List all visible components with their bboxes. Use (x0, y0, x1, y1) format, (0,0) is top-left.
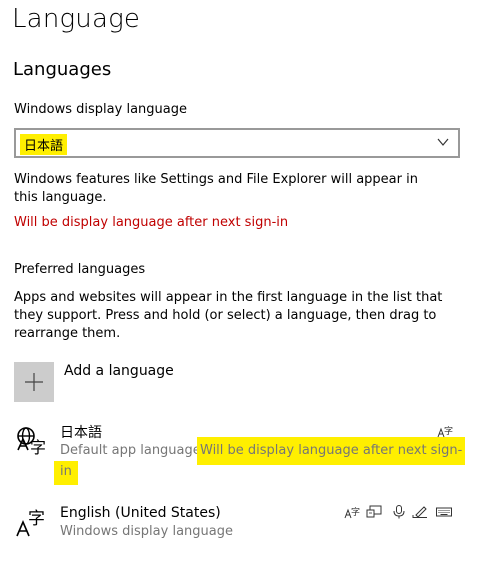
svg-text:字: 字 (28, 509, 45, 529)
preferred-languages-description: Apps and websites will appear in the fir… (14, 290, 443, 341)
chevron-down-icon (437, 138, 449, 146)
language-pack-icon: 字 (437, 425, 453, 438)
svg-text:字: 字 (444, 425, 453, 437)
svg-text:字: 字 (351, 506, 360, 518)
sign-in-warning: Will be display language after next sign… (14, 215, 289, 230)
text-to-speech-icon (366, 505, 382, 518)
display-language-label: Windows display language (14, 102, 187, 117)
language-name-japanese[interactable]: 日本語 (60, 422, 102, 442)
language-status-highlight-continued: in (54, 461, 78, 485)
language-pack-icon: 字 (344, 506, 360, 519)
plus-icon (25, 373, 43, 391)
language-status: Windows display language (60, 524, 233, 539)
keyboard-icon (436, 507, 452, 517)
add-language-label[interactable]: Add a language (64, 363, 174, 379)
display-language-description: Windows features like Settings and File … (14, 172, 418, 205)
svg-text:字: 字 (30, 438, 46, 457)
display-language-dropdown[interactable]: 日本語 (14, 128, 460, 158)
page-title: Language (12, 4, 141, 34)
preferred-languages-label: Preferred languages (14, 262, 146, 277)
dropdown-selected-value: 日本語 (20, 134, 68, 155)
section-title: Languages (13, 59, 112, 80)
language-status-prefix: Default app language, (60, 443, 205, 458)
add-language-button[interactable] (14, 362, 54, 402)
language-name-english[interactable]: English (United States) (60, 505, 221, 521)
speech-recognition-icon (393, 505, 405, 519)
handwriting-icon (412, 506, 427, 518)
language-status-highlight: Will be display language after next sign… (197, 437, 466, 465)
language-icon[interactable]: 字 (14, 506, 50, 542)
language-globe-icon[interactable]: 字 (14, 424, 50, 460)
